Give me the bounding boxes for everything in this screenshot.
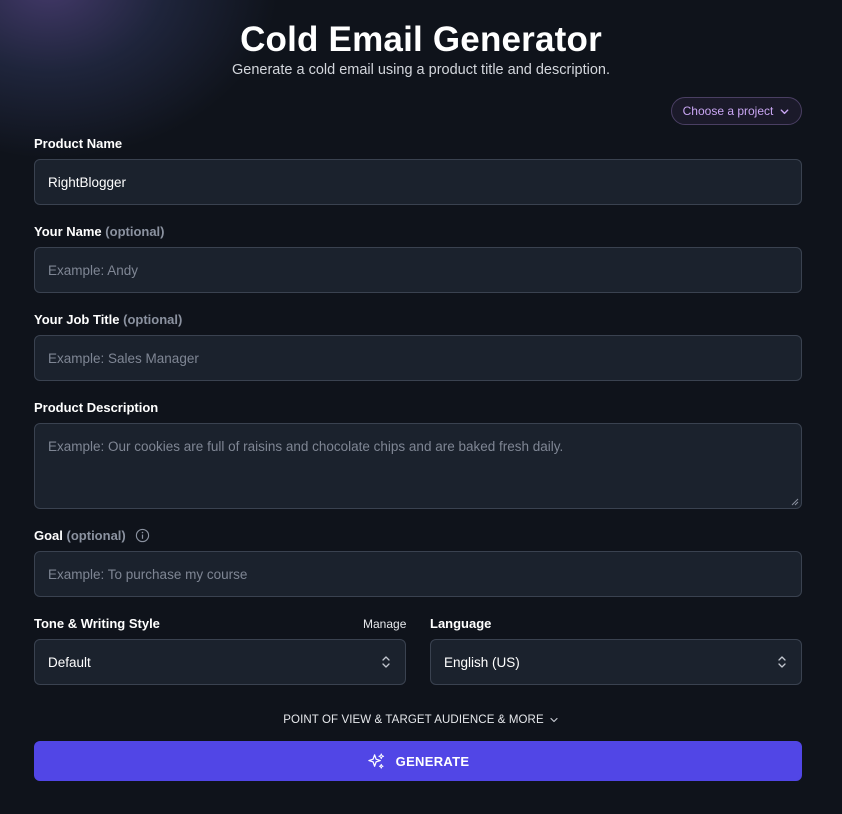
manage-tones-link[interactable]: Manage — [363, 617, 406, 631]
job-title-input[interactable]: Example: Sales Manager — [34, 335, 802, 381]
chevron-down-icon — [550, 717, 558, 723]
tone-label: Tone & Writing Style — [34, 616, 160, 631]
choose-project-button[interactable]: Choose a project — [671, 97, 802, 125]
your-name-placeholder: Example: Andy — [48, 262, 139, 278]
tone-selected: Default — [48, 654, 91, 670]
resize-handle-icon[interactable] — [791, 498, 799, 506]
product-description-label: Product Description — [34, 400, 159, 415]
job-title-label: Your Job Title (optional) — [34, 312, 183, 327]
generate-button[interactable]: GENERATE — [34, 741, 802, 781]
tone-select[interactable]: Default — [34, 639, 406, 685]
product-name-label: Product Name — [34, 136, 123, 151]
page: Cold Email Generator Generate a cold ema… — [0, 0, 842, 814]
select-arrows-icon — [382, 656, 390, 668]
product-name-input[interactable]: RightBlogger — [34, 159, 802, 205]
sparkles-icon — [367, 752, 384, 769]
product-description-textarea[interactable]: Example: Our cookies are full of raisins… — [34, 423, 802, 509]
product-name-value: RightBlogger — [48, 174, 127, 190]
language-select[interactable]: English (US) — [430, 639, 802, 685]
product-description-placeholder: Example: Our cookies are full of raisins… — [48, 439, 564, 454]
goal-label: Goal (optional) — [34, 528, 126, 543]
goal-placeholder: Example: To purchase my course — [48, 566, 248, 582]
more-options-toggle[interactable]: POINT OF VIEW & TARGET AUDIENCE & MORE — [0, 714, 842, 726]
choose-project-label: Choose a project — [682, 104, 774, 118]
language-selected: English (US) — [444, 654, 520, 670]
goal-input[interactable]: Example: To purchase my course — [34, 551, 802, 597]
job-title-placeholder: Example: Sales Manager — [48, 350, 199, 366]
language-label: Language — [430, 616, 492, 631]
generate-label: GENERATE — [395, 753, 470, 769]
select-arrows-icon — [778, 656, 786, 668]
page-subtitle: Generate a cold email using a product ti… — [231, 62, 611, 78]
your-name-label: Your Name (optional) — [34, 224, 165, 239]
your-name-input[interactable]: Example: Andy — [34, 247, 802, 293]
info-icon[interactable] — [135, 528, 150, 543]
page-title: Cold Email Generator — [240, 20, 602, 59]
chevron-down-icon — [780, 108, 789, 114]
more-options-label: POINT OF VIEW & TARGET AUDIENCE & MORE — [283, 714, 544, 726]
